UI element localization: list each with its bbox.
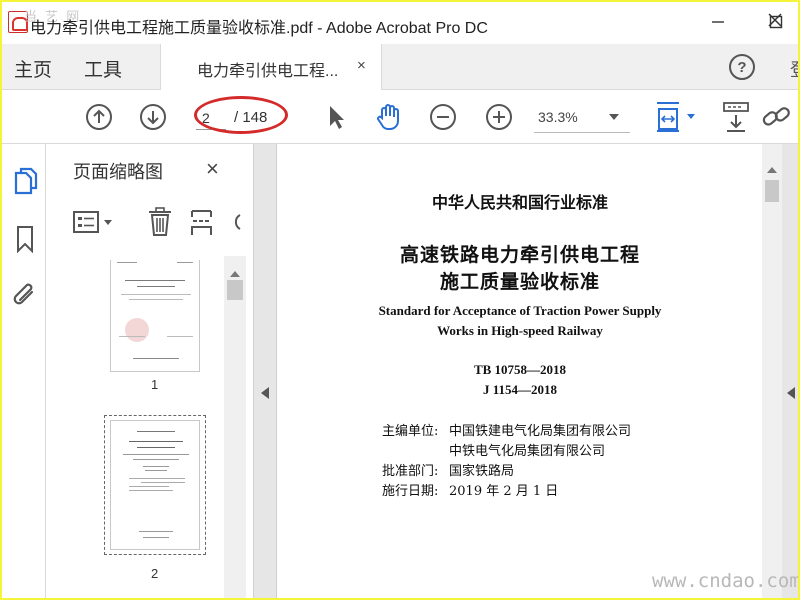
close-tab-icon[interactable]: × [357,57,366,74]
minimize-icon[interactable] [706,10,730,34]
close-icon[interactable] [765,10,785,30]
select-tool-icon[interactable] [322,102,350,132]
editor-1: 中国铁建电气化局集团有限公司 [449,424,632,439]
zoom-dropdown-icon[interactable] [608,112,620,122]
page-thumbnails-panel: 页面缩略图 × 1 2 [46,144,254,598]
scroll-up-icon[interactable] [767,160,777,178]
scrollbar-thumb[interactable] [765,180,779,202]
doc-english-title-1: Standard for Acceptance of Traction Powe… [378,303,662,318]
title-bar: 当 艺 网 电力牵引供电工程施工质量验收标准.pdf - Adobe Acrob… [2,2,798,44]
doc-standard-code-1: TB 10758—2018 [473,362,567,377]
zoom-out-icon[interactable] [428,102,458,132]
editor-2: 中铁电气化局集团有限公司 [449,444,606,459]
app-window: 当 艺 网 电力牵引供电工程施工质量验收标准.pdf - Adobe Acrob… [2,2,798,598]
right-pane-strip[interactable] [782,144,798,598]
approver: 国家铁路局 [449,464,515,479]
expand-right-pane-icon[interactable] [787,386,795,404]
editor-label: 主编单位: [382,424,439,439]
page-number-highlight [194,96,288,134]
seal-mark [125,318,149,342]
scrollbar-thumb[interactable] [227,280,243,300]
panel-collapse-strip[interactable] [254,144,276,598]
sign-in-label[interactable]: 登 [790,56,798,82]
zoom-underline [534,132,630,133]
fit-page-icon[interactable] [652,100,700,134]
delete-page-icon[interactable] [146,206,174,238]
doc-heading: 中华人民共和国行业标准 [431,195,608,212]
date-label: 施行日期: [382,484,439,499]
doc-standard-code-2: J 1154—2018 [482,382,558,397]
page-thumbnail[interactable] [110,260,200,372]
panel-title: 页面缩略图 [73,162,163,182]
close-panel-icon[interactable]: × [206,156,219,182]
document-tab-label: 电力牵引供电工程... [197,63,339,80]
document-tab[interactable]: 电力牵引供电工程... × [160,44,382,90]
attachment-icon[interactable] [11,280,39,310]
tab-bar: 主页 工具 电力牵引供电工程... × ? 登 [2,44,798,90]
zoom-in-icon[interactable] [484,102,514,132]
zoom-level-select[interactable]: 33.3% [538,109,578,125]
document-view: 中华人民共和国行业标准 高速铁路电力牵引供电工程 施工质量验收标准 Standa… [276,144,762,598]
tab-home[interactable]: 主页 [14,55,52,82]
help-icon[interactable]: ? [729,54,755,80]
thumbnail-label: 1 [151,377,159,392]
previous-page-icon[interactable] [84,102,114,132]
scroll-mode-icon[interactable] [720,100,752,134]
page-thumbnails-icon[interactable] [12,166,38,196]
left-rail [2,144,46,598]
thumbnails-scrollbar[interactable] [224,256,246,598]
next-page-icon[interactable] [138,102,168,132]
document-scrollbar[interactable] [762,144,782,598]
rotate-page-icon[interactable] [228,208,242,236]
tab-tools[interactable]: 工具 [84,55,122,82]
collapse-left-icon[interactable] [261,386,269,404]
insert-page-icon[interactable] [188,206,216,238]
effective-date: 2019 年 2 月 1 日 [449,484,559,499]
approver-label: 批准部门: [382,464,439,479]
toolbar: / 148 33.3% [2,90,798,144]
doc-title-line-2: 施工质量验收标准 [439,272,600,293]
doc-title-line-1: 高速铁路电力牵引供电工程 [399,245,640,266]
bookmark-icon[interactable] [14,224,36,254]
link-icon[interactable] [760,102,796,132]
hand-tool-icon[interactable] [372,100,406,134]
options-menu-icon[interactable] [72,208,116,236]
window-title: 电力牵引供电工程施工质量验收标准.pdf - Adobe Acrobat Pro… [30,20,488,37]
watermark-bottom: www.cndao.com [652,570,798,592]
doc-english-title-2: Works in High-speed Railway [437,323,603,338]
thumbnails-list: 1 2 [46,256,224,598]
page-thumbnail[interactable] [110,420,200,550]
thumbnail-label: 2 [151,566,159,581]
